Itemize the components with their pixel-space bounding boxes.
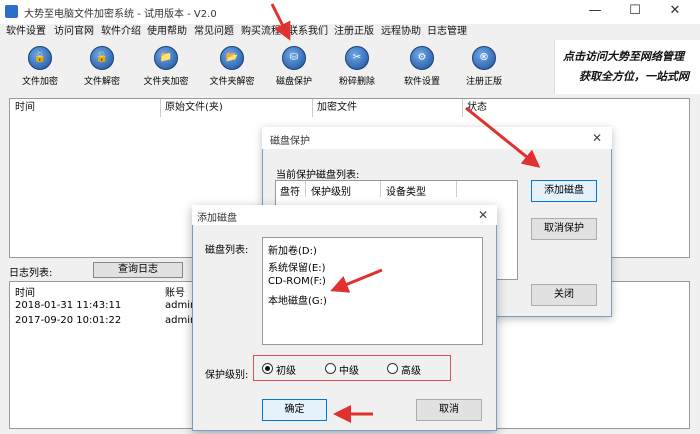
maximize-button[interactable]: ☐ [620,0,650,24]
close-dialog-button[interactable]: 关闭 [531,284,597,306]
log-list-label: 日志列表: [9,268,53,279]
column-device-type[interactable]: 设备类型 [386,183,426,198]
log-column-time[interactable]: 时间 [15,284,35,299]
menu-contact[interactable]: 联系我们 [288,24,328,40]
ok-button[interactable]: 确定 [262,399,327,421]
column-divider [462,99,463,117]
close-window-button[interactable]: ✕ [660,0,690,24]
disk-protect-titlebar [262,127,612,149]
add-disk-titlebar [192,205,497,225]
shred-delete-button[interactable]: ✂ 粉碎删除 [327,46,387,90]
encrypt-folder-button[interactable]: 📁 文件夹加密 [136,46,196,90]
register-button[interactable]: ® 注册正版 [454,46,514,90]
log-row-time: 2018-01-31 11:43:11 [15,300,122,311]
menu-log-management[interactable]: 日志管理 [427,24,467,40]
column-divider [380,181,381,197]
disk-item-e[interactable]: 系统保留(E:) [268,259,326,274]
column-divider [305,181,306,197]
shred-icon: ✂ [345,46,369,70]
menu-software-intro[interactable]: 软件介绍 [101,24,141,40]
menu-official-site[interactable]: 访问官网 [54,24,94,40]
menu-help[interactable]: 使用帮助 [147,24,187,40]
add-disk-close-button[interactable]: ✕ [478,208,488,222]
menu-remote-assist[interactable]: 远程协助 [381,24,421,40]
promo-banner[interactable]: 点击访问大势至网络管理 获取全方位，一站式网 [554,40,700,94]
software-settings-button[interactable]: ⚙ 软件设置 [392,46,452,90]
add-disk-title: 添加磁盘 [197,213,237,224]
minimize-button[interactable]: — [580,0,610,24]
menu-software-settings[interactable]: 软件设置 [6,24,46,40]
settings-icon: ⚙ [410,46,434,70]
protect-level-label: 保护级别: [205,370,249,381]
disk-protect-icon: ⛁ [282,46,306,70]
level-medium-radio[interactable] [325,363,336,374]
register-icon: ® [472,46,496,70]
disk-protect-button[interactable]: ⛁ 磁盘保护 [264,46,324,90]
cancel-protect-button[interactable]: 取消保护 [531,218,597,240]
disk-protect-title: 磁盘保护 [270,136,310,147]
column-drive-letter[interactable]: 盘符 [280,183,300,198]
log-column-account[interactable]: 账号 [165,284,185,299]
decrypt-folder-button[interactable]: 📂 文件夹解密 [202,46,262,90]
disk-protect-close-button[interactable]: ✕ [592,131,602,145]
column-divider [456,181,457,197]
level-basic-label[interactable]: 初级 [276,362,296,377]
column-divider [160,99,161,117]
column-divider [312,99,313,117]
column-protect-level[interactable]: 保护级别 [311,183,351,198]
cancel-button[interactable]: 取消 [416,399,482,421]
menu-faq[interactable]: 常见问题 [194,24,234,40]
column-original-file[interactable]: 原始文件(夹) [165,99,223,117]
disk-item-g[interactable]: 本地磁盘(G:) [268,292,327,307]
promo-line-2: 获取全方位，一站式网 [579,70,689,83]
level-high-radio[interactable] [387,363,398,374]
log-row-time: 2017-09-20 10:01:22 [15,315,122,326]
protected-disk-list-label: 当前保护磁盘列表: [276,170,360,181]
unlock-file-icon: 🔓 [90,46,114,70]
lock-file-icon: 🔒 [28,46,52,70]
menu-purchase[interactable]: 购买流程 [241,24,281,40]
column-time[interactable]: 时间 [15,99,35,117]
level-basic-radio[interactable] [262,363,273,374]
menu-register[interactable]: 注册正版 [334,24,374,40]
query-log-button[interactable]: 查询日志 [93,262,183,278]
column-status[interactable]: 状态 [467,99,487,117]
disk-item-d[interactable]: 新加卷(D:) [268,242,317,257]
window-title: 大势至电脑文件加密系统 - 试用版本 - V2.0 [24,9,217,20]
encrypt-file-button[interactable]: 🔒 文件加密 [10,46,70,90]
promo-line-1: 点击访问大势至网络管理 [563,50,684,63]
lock-folder-icon: 📁 [154,46,178,70]
disk-list-label: 磁盘列表: [205,245,249,256]
level-high-label[interactable]: 高级 [401,362,421,377]
app-icon [5,5,18,18]
unlock-folder-icon: 📂 [220,46,244,70]
level-medium-label[interactable]: 中级 [339,362,359,377]
decrypt-file-button[interactable]: 🔓 文件解密 [72,46,132,90]
disk-item-f[interactable]: CD-ROM(F:) [268,276,326,287]
add-disk-button[interactable]: 添加磁盘 [531,180,597,202]
column-encrypted-file[interactable]: 加密文件 [317,99,357,117]
